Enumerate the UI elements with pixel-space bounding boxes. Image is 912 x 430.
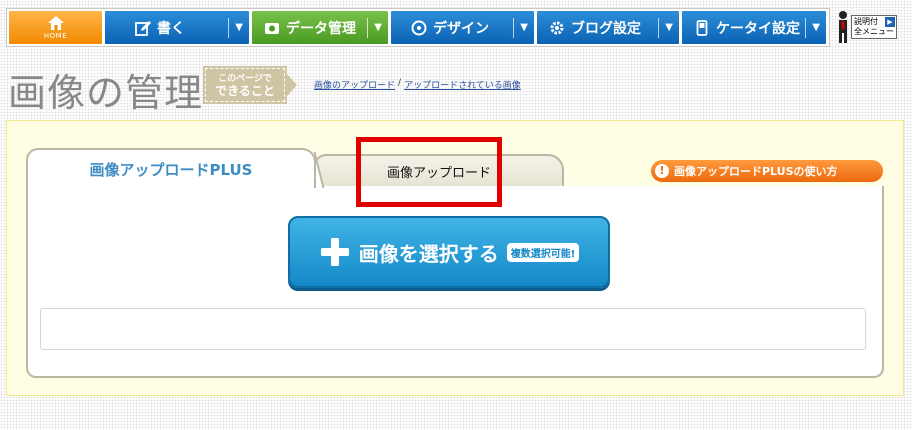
nav-separator: [513, 17, 515, 38]
palette-icon: [411, 20, 427, 35]
arrow-right-icon: [287, 74, 297, 96]
chevron-down-icon[interactable]: ▼: [520, 22, 528, 33]
tab-image-upload-plus-label: 画像アップロードPLUS: [89, 160, 253, 179]
camera-icon: [265, 22, 279, 34]
chevron-down-icon[interactable]: ▼: [665, 22, 673, 33]
this-page-label: このページで できること: [203, 66, 297, 104]
nav-separator: [805, 17, 807, 38]
select-image-label: 画像を選択する: [358, 241, 499, 266]
multi-select-badge: 複数選択可能!: [506, 242, 580, 262]
nav-separator: [658, 17, 660, 38]
nav-mobile-settings[interactable]: ケータイ設定 ▼: [682, 11, 826, 44]
chevron-down-icon[interactable]: ▼: [374, 22, 382, 33]
help-menu-label-box: 説明付 全メニュー ▶: [851, 15, 897, 39]
nav-design[interactable]: デザイン ▼: [391, 11, 534, 44]
nav-separator: [367, 17, 369, 38]
howto-button[interactable]: ! 画像アップロードPLUSの使い方: [651, 160, 883, 182]
select-image-button[interactable]: 画像を選択する 複数選択可能!: [288, 216, 610, 288]
nav-home-button[interactable]: HOME: [9, 11, 102, 44]
tab-image-upload[interactable]: 画像アップロード: [314, 154, 564, 186]
nav-data-manage[interactable]: データ管理 ▼: [252, 11, 388, 44]
gear-icon: [550, 21, 564, 34]
plus-icon: [320, 238, 349, 266]
nav-write[interactable]: 書く ▼: [105, 11, 249, 44]
this-page-line-2: できること: [215, 84, 275, 98]
help-line-2: 全メニュー: [854, 27, 894, 36]
page-title: 画像の管理: [8, 71, 204, 115]
chevron-down-icon[interactable]: ▼: [235, 22, 243, 33]
home-label: HOME: [43, 32, 68, 40]
breadcrumb-link-uploaded[interactable]: アップロードされている画像: [404, 78, 521, 91]
breadcrumb-link-upload[interactable]: 画像のアップロード: [314, 78, 395, 91]
breadcrumb-separator: /: [398, 78, 402, 88]
nav-write-label: 書く: [157, 20, 185, 37]
help-menu-button[interactable]: 説明付 全メニュー ▶: [836, 10, 898, 44]
play-icon: ▶: [885, 17, 895, 27]
nav-blog-settings[interactable]: ブログ設定 ▼: [537, 11, 679, 44]
breadcrumb: 画像のアップロード / アップロードされている画像: [314, 78, 521, 91]
person-icon: [839, 11, 847, 43]
global-nav: HOME 書く ▼ データ管理 ▼ デザイン ▼ ブログ設定 ▼ ケータイ設定 …: [6, 8, 830, 47]
upload-file-list: [40, 308, 866, 350]
pencil-icon: [135, 20, 151, 36]
chevron-down-icon[interactable]: ▼: [812, 22, 820, 33]
howto-label: 画像アップロードPLUSの使い方: [674, 165, 838, 178]
nav-blog-settings-label: ブログ設定: [571, 20, 641, 37]
nav-separator: [228, 17, 230, 38]
nav-data-manage-label: データ管理: [286, 20, 356, 37]
nav-mobile-settings-label: ケータイ設定: [716, 20, 800, 37]
nav-design-label: デザイン: [433, 20, 489, 37]
tab-image-upload-plus[interactable]: 画像アップロードPLUS: [26, 148, 316, 188]
mobile-phone-icon: [696, 19, 708, 36]
home-icon: [47, 16, 64, 30]
tab-image-upload-label: 画像アップロード: [386, 165, 491, 181]
exclamation-icon: !: [655, 164, 669, 178]
this-page-box: このページで できること: [203, 66, 287, 104]
